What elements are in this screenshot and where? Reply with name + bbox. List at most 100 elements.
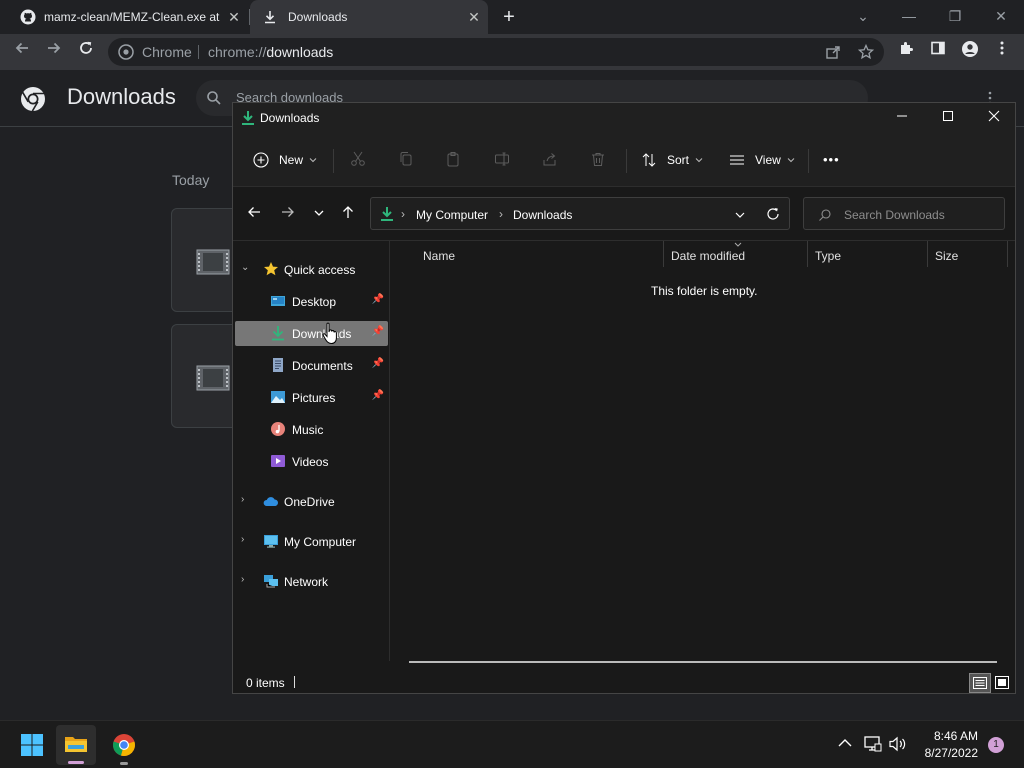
close-button[interactable] [971, 106, 1017, 130]
tab-search-chevron-icon[interactable]: ⌄ [840, 4, 886, 28]
tab-github[interactable]: mamz-clean/MEMZ-Clean.exe at ✕ [8, 0, 248, 34]
taskbar-chrome[interactable] [104, 725, 144, 765]
column-divider[interactable] [807, 241, 808, 267]
kebab-menu-icon[interactable] [990, 40, 1014, 64]
nav-item-music[interactable]: Music [235, 417, 388, 442]
nav-label: My Computer [284, 535, 357, 549]
pin-icon: 📌 [371, 390, 384, 401]
new-button[interactable]: New [253, 148, 317, 172]
show-hidden-icons-chevron-icon[interactable] [838, 738, 852, 748]
tab-close-icon[interactable]: ✕ [466, 9, 482, 25]
nav-item-desktop[interactable]: Desktop 📌 [235, 289, 388, 314]
column-divider[interactable] [927, 241, 928, 267]
clock-date[interactable]: 8/27/2022 [918, 746, 978, 760]
address-bar[interactable]: Chrome chrome://downloads [108, 38, 884, 66]
back-icon[interactable] [10, 40, 34, 64]
nav-item-quick-access[interactable]: ⌄ Quick access [235, 257, 388, 282]
new-label: New [279, 153, 304, 167]
minimize-button[interactable] [879, 106, 925, 130]
file-icon [196, 365, 230, 391]
tab-close-icon[interactable]: ✕ [226, 9, 242, 25]
nav-label: OneDrive [284, 495, 335, 509]
explorer-search-input[interactable]: Search Downloads [803, 197, 1005, 230]
nav-label: Pictures [292, 391, 336, 405]
expand-chevron-icon[interactable]: › [241, 494, 244, 505]
up-arrow-icon[interactable] [337, 204, 359, 226]
restore-button[interactable]: ❐ [932, 4, 978, 28]
rename-icon[interactable] [492, 151, 512, 171]
column-divider[interactable] [1007, 241, 1008, 267]
nav-item-videos[interactable]: Videos [235, 449, 388, 474]
file-icon [196, 249, 230, 275]
network-status-icon[interactable] [864, 736, 882, 752]
navigation-pane: ⌄ Quick access Desktop 📌 Downloads 📌 Doc… [233, 241, 390, 661]
taskbar: 8:46 AM 8/27/2022 1 [0, 720, 1024, 768]
computer-monitor-icon [264, 535, 278, 548]
nav-item-downloads[interactable]: Downloads 📌 [235, 321, 388, 346]
forward-icon[interactable] [42, 40, 66, 64]
sort-indicator-icon [734, 242, 742, 247]
forward-arrow-icon[interactable] [277, 204, 299, 226]
details-view-button[interactable] [969, 673, 991, 693]
reload-icon[interactable] [74, 40, 98, 64]
extensions-puzzle-icon[interactable] [894, 40, 918, 64]
bookmark-star-icon[interactable] [858, 44, 874, 60]
explorer-address-bar[interactable]: › My Computer › Downloads [370, 197, 790, 230]
paste-icon[interactable] [443, 151, 463, 171]
more-options-button[interactable]: ••• [823, 148, 840, 172]
clock-time[interactable]: 8:46 AM [926, 729, 978, 743]
tab-downloads[interactable]: Downloads ✕ [250, 0, 488, 34]
url-host: downloads [266, 44, 334, 60]
profile-avatar-icon[interactable] [958, 40, 982, 64]
expand-chevron-icon[interactable]: ⌄ [241, 262, 249, 273]
expand-chevron-icon[interactable]: › [241, 574, 244, 585]
sort-button[interactable]: Sort [641, 148, 703, 172]
details-view-icon [973, 677, 987, 689]
tiles-view-button[interactable] [993, 673, 1013, 693]
address-dropdown-icon[interactable] [734, 209, 746, 221]
horizontal-scrollbar[interactable] [409, 661, 997, 663]
windows-start-icon[interactable] [21, 734, 43, 756]
column-header-size[interactable]: Size [935, 249, 958, 263]
refresh-icon[interactable] [766, 207, 780, 221]
expand-chevron-icon[interactable]: › [241, 534, 244, 545]
chrome-icon [113, 734, 135, 757]
column-header-name[interactable]: Name [423, 249, 455, 263]
pin-icon: 📌 [371, 358, 384, 369]
new-tab-button[interactable]: + [498, 6, 520, 28]
column-header-date-modified[interactable]: Date modified [671, 249, 745, 263]
share-icon[interactable] [540, 151, 560, 171]
copy-icon[interactable] [396, 151, 416, 171]
column-divider[interactable] [663, 241, 664, 267]
cut-icon[interactable] [348, 151, 368, 171]
nav-label: Music [292, 423, 324, 437]
breadcrumb-downloads[interactable]: Downloads [513, 208, 572, 222]
search-icon [207, 91, 221, 105]
nav-item-my-computer[interactable]: › My Computer [235, 529, 388, 554]
close-button[interactable]: ✕ [978, 4, 1024, 28]
column-header-type[interactable]: Type [815, 249, 841, 263]
nav-item-onedrive[interactable]: › OneDrive [235, 489, 388, 514]
recent-locations-chevron-icon[interactable] [308, 204, 330, 226]
delete-icon[interactable] [588, 151, 608, 171]
nav-item-documents[interactable]: Documents 📌 [235, 353, 388, 378]
taskbar-file-explorer[interactable] [56, 725, 96, 765]
site-label: Chrome [142, 44, 192, 60]
view-button[interactable]: View [729, 148, 795, 172]
share-icon[interactable] [825, 44, 841, 60]
chrome-tab-strip: mamz-clean/MEMZ-Clean.exe at ✕ Downloads… [0, 0, 1024, 34]
chrome-logo-icon [21, 87, 45, 112]
notification-badge[interactable]: 1 [988, 737, 1004, 753]
nav-item-network[interactable]: › Network [235, 569, 388, 594]
nav-item-pictures[interactable]: Pictures 📌 [235, 385, 388, 410]
command-separator [808, 149, 809, 173]
side-panel-icon[interactable] [926, 40, 950, 64]
maximize-button[interactable] [925, 106, 971, 130]
volume-icon[interactable] [888, 736, 908, 752]
minimize-button[interactable]: — [886, 4, 932, 28]
download-folder-icon [242, 111, 254, 125]
explorer-title-bar[interactable]: Downloads [233, 103, 1015, 133]
back-arrow-icon[interactable] [243, 204, 265, 226]
breadcrumb-my-computer[interactable]: My Computer [416, 208, 488, 222]
omnibox-separator [198, 45, 199, 59]
